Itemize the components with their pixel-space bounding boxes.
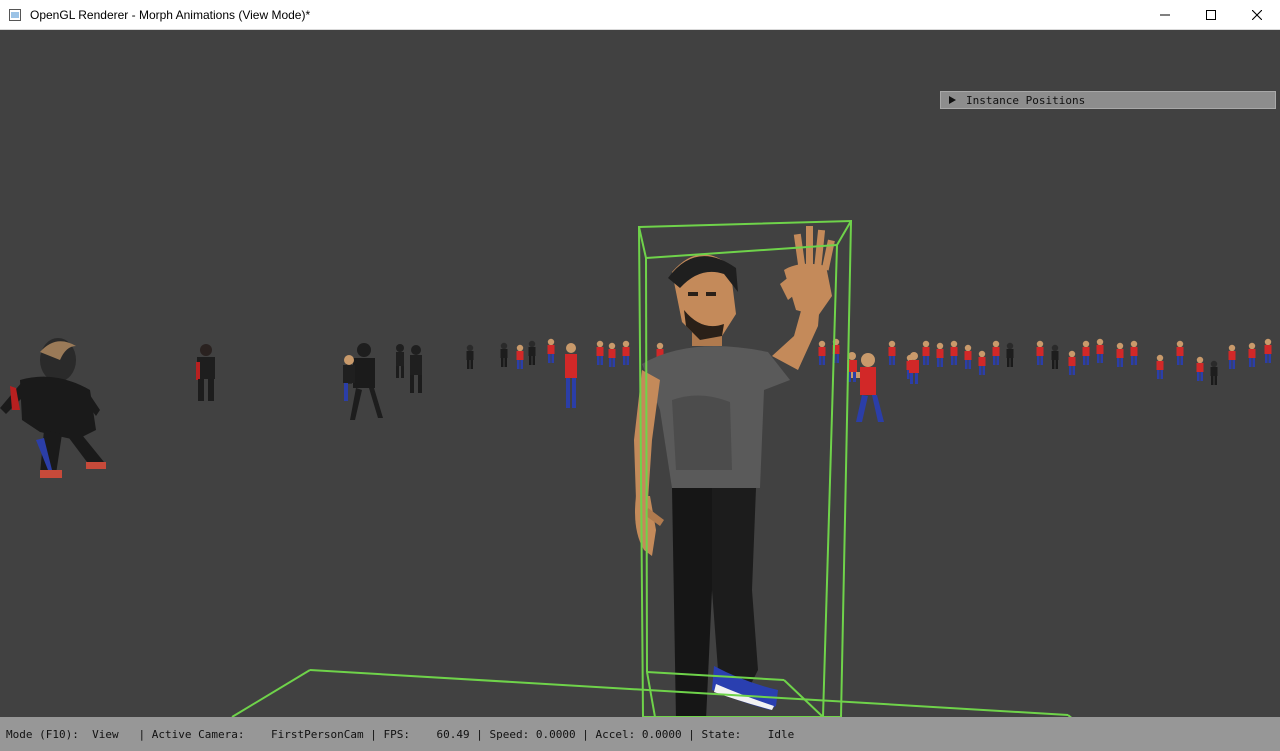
close-button[interactable]	[1234, 0, 1280, 30]
app-window-icon	[8, 8, 22, 22]
camera-value: FirstPersonCam	[270, 727, 364, 741]
collapsed-triangle-icon	[949, 96, 956, 104]
accel-value: 0.0000	[641, 727, 682, 741]
render-viewport[interactable]: Instance Positions	[0, 30, 1280, 717]
speed-value: 0.0000	[535, 727, 576, 741]
separator: |	[688, 727, 695, 741]
minimize-button[interactable]	[1142, 0, 1188, 30]
instance-positions-label: Instance Positions	[966, 93, 1086, 107]
midground-figures	[196, 343, 919, 422]
mode-value: View	[92, 727, 119, 741]
fps-value: 60.49	[436, 727, 470, 741]
close-icon	[1252, 9, 1262, 20]
near-left-figure	[0, 338, 106, 478]
instance-positions-panel-header[interactable]: Instance Positions	[940, 91, 1276, 109]
fps-label: FPS:	[383, 727, 411, 741]
ground-bounding-box	[231, 669, 1072, 717]
separator: |	[476, 727, 483, 741]
main-character	[634, 226, 835, 717]
window-title: OpenGL Renderer - Morph Animations (View…	[30, 7, 311, 22]
state-value: Idle	[767, 727, 795, 741]
separator: |	[370, 727, 377, 741]
scene-render	[0, 219, 1272, 717]
maximize-icon	[1206, 9, 1216, 20]
window-controls	[1142, 0, 1280, 30]
status-bar: Mode (F10): View | Active Camera: FirstP…	[0, 717, 1280, 751]
maximize-button[interactable]	[1188, 0, 1234, 30]
minimize-icon	[1160, 14, 1170, 15]
speed-label: Speed:	[489, 727, 530, 741]
window-titlebar: OpenGL Renderer - Morph Animations (View…	[0, 0, 1280, 30]
state-label: State:	[701, 727, 742, 741]
camera-label: Active Camera:	[151, 727, 245, 741]
accel-label: Accel:	[595, 727, 636, 741]
separator: |	[138, 727, 146, 741]
mode-label: Mode (F10):	[6, 727, 79, 741]
separator: |	[582, 727, 589, 741]
